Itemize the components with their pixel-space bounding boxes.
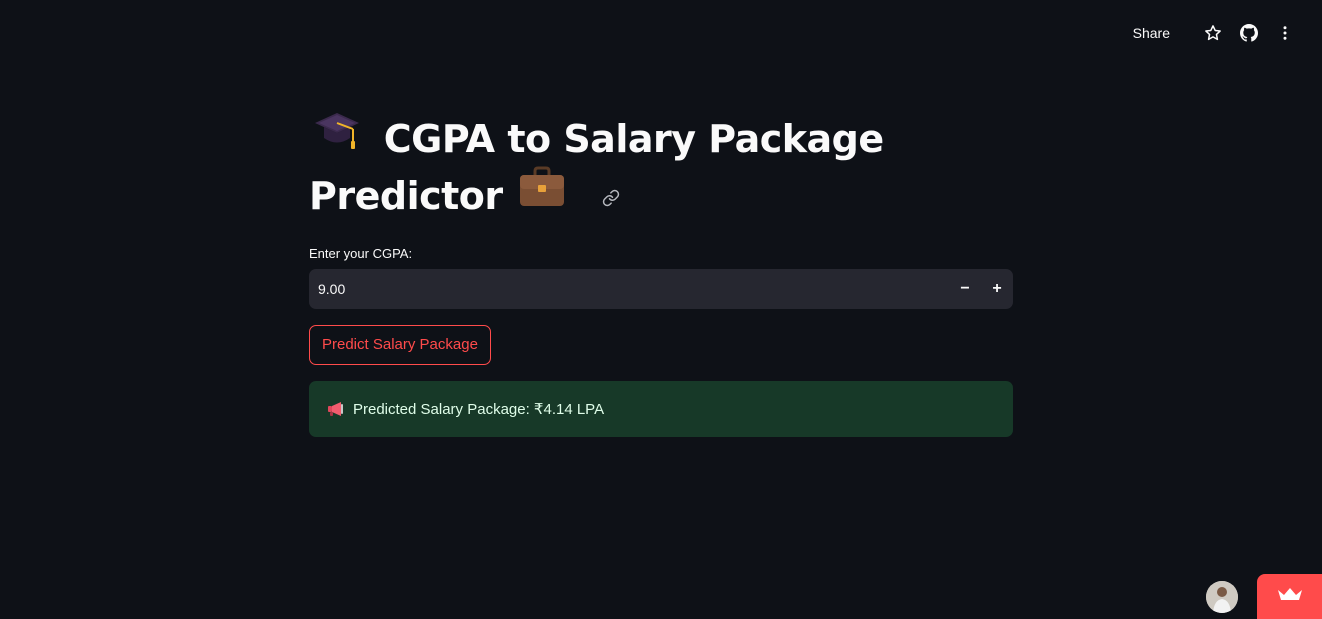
- streamlit-badge[interactable]: [1257, 574, 1322, 619]
- megaphone-icon: [327, 401, 345, 417]
- crown-icon: [1277, 586, 1303, 607]
- star-icon[interactable]: [1202, 22, 1224, 44]
- stepper-controls: − +: [949, 269, 1013, 309]
- increment-button[interactable]: +: [981, 269, 1013, 309]
- decrement-button[interactable]: −: [949, 269, 981, 309]
- anchor-link-icon[interactable]: [602, 167, 620, 221]
- title-line-2: Predictor: [309, 173, 503, 218]
- cgpa-number-input[interactable]: 9.00 − +: [309, 269, 1013, 309]
- title-line-1: CGPA to Salary Package: [383, 117, 884, 161]
- briefcase-icon: [519, 166, 565, 222]
- share-button[interactable]: Share: [1133, 25, 1170, 41]
- success-alert: Predicted Salary Package: ₹4.14 LPA: [309, 381, 1013, 437]
- more-vertical-icon[interactable]: [1274, 22, 1296, 44]
- cgpa-input-label: Enter your CGPA:: [309, 246, 413, 261]
- graduation-cap-icon: [313, 111, 361, 165]
- predicted-salary-text: Predicted Salary Package: ₹4.14 LPA: [353, 401, 605, 418]
- main-content: CGPA to Salary Package Predictor Enter y…: [309, 112, 1013, 437]
- top-toolbar: Share: [1133, 22, 1296, 44]
- predict-salary-button[interactable]: Predict Salary Package: [309, 325, 491, 365]
- github-icon[interactable]: [1238, 22, 1260, 44]
- avatar[interactable]: [1206, 581, 1238, 613]
- page-title: CGPA to Salary Package Predictor: [309, 112, 1013, 226]
- cgpa-value[interactable]: 9.00: [309, 281, 345, 297]
